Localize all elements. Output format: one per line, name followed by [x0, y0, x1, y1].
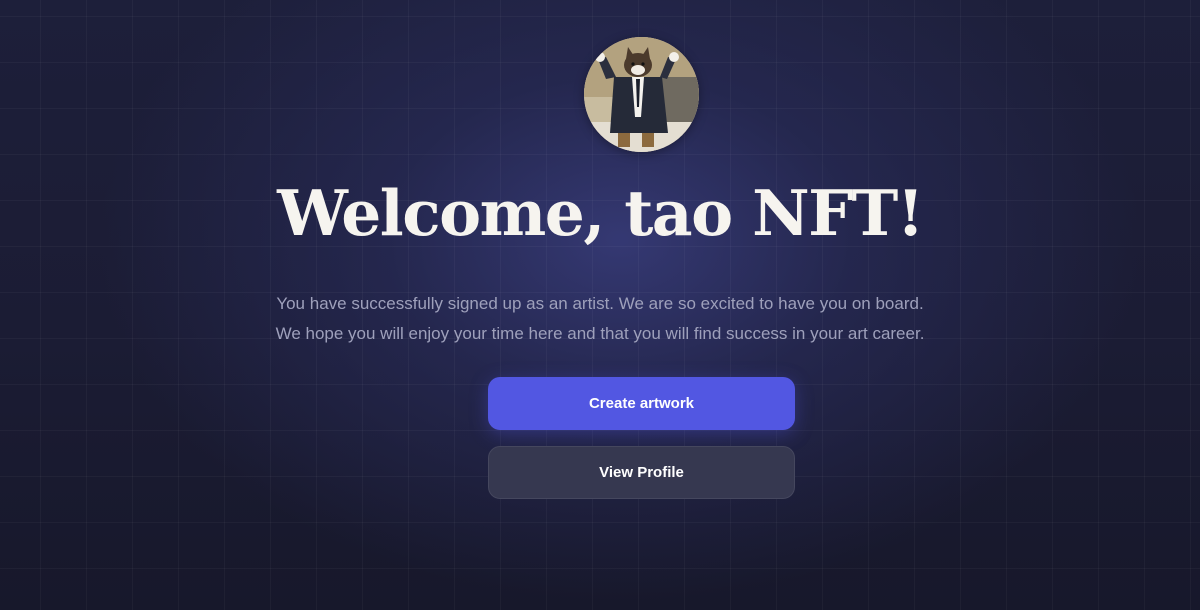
welcome-message: You have successfully signed up as an ar… [0, 289, 1200, 349]
create-artwork-button[interactable]: Create artwork [488, 377, 795, 430]
welcome-message-line-2: We hope you will enjoy your time here an… [275, 324, 925, 343]
welcome-message-line-1: You have successfully signed up as an ar… [276, 294, 924, 313]
create-artwork-button-label: Create artwork [588, 395, 695, 412]
view-profile-button[interactable]: View Profile [488, 446, 795, 499]
profile-avatar [584, 37, 699, 152]
welcome-title: Welcome, tao NFT! [277, 176, 924, 250]
avatar-image [584, 37, 699, 152]
view-profile-button-label: View Profile [599, 464, 684, 481]
